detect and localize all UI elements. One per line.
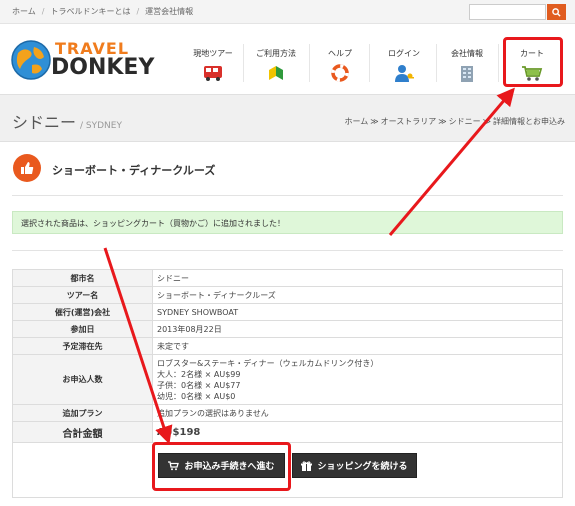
breadcrumb-arrow-icon: ≫ [370, 117, 379, 126]
row-label-city: 都市名 [12, 269, 153, 287]
top-breadcrumb: ホーム / トラベルドンキーとは / 運営会社情報 [12, 7, 194, 16]
table-row: 都市名 シドニー [12, 269, 563, 287]
nav-company-label: 会社情報 [451, 49, 483, 58]
breadcrumb-arrow-icon: ≫ [482, 117, 491, 126]
search-icon [552, 7, 561, 17]
nav-divider [498, 44, 499, 82]
nav-help[interactable]: ヘルプ [318, 24, 362, 94]
beginner-mark-icon [269, 66, 283, 80]
row-value-date: 2013年08月22日 [152, 320, 563, 338]
page-title-bar: シドニー / SYDNEY ホーム ≫ オーストラリア ≫ シドニー ≫ 詳細情報とお申込み [0, 94, 575, 142]
nav-divider [436, 44, 437, 82]
nav-divider [309, 44, 310, 82]
site-header: TRAVEL DONKEY 現地ツアー ご利用方法 ヘルプ ログイン 会社情報 … [0, 24, 575, 94]
nav-company[interactable]: 会社情報 [444, 24, 490, 94]
success-alert-message: 選択された商品は、ショッピングカート（買物かご）に追加されました！ [21, 219, 285, 228]
applicants-infant: 幼児：0名様 × AU$0 [157, 391, 236, 401]
proceed-highlight-box [152, 442, 291, 491]
site-logo[interactable]: TRAVEL DONKEY [10, 37, 154, 83]
applicants-plan: ロブスター&ステーキ・ディナー（ウェルカムドリンク付き） [157, 358, 379, 368]
nav-howto-label: ご利用方法 [256, 49, 296, 58]
page-title: シドニー / SYDNEY [12, 113, 122, 132]
nav-tours-label: 現地ツアー [193, 49, 233, 58]
top-breadcrumb-about[interactable]: トラベルドンキーとは [50, 7, 130, 16]
continue-label: ショッピングを続ける [317, 462, 408, 472]
nav-help-label: ヘルプ [328, 49, 352, 58]
row-label-date: 参加日 [12, 320, 153, 338]
search-button[interactable] [547, 4, 566, 20]
applicants-child: 子供：0名様 × AU$77 [157, 380, 241, 390]
breadcrumb-arrow-icon: ≫ [438, 117, 447, 126]
top-bar: ホーム / トラベルドンキーとは / 運営会社情報 [0, 0, 575, 24]
building-icon [461, 66, 473, 82]
row-value-operator: SYDNEY SHOWBOAT [152, 303, 563, 321]
row-label-operator: 催行(運営)会社 [12, 303, 153, 321]
top-breadcrumb-home[interactable]: ホーム [12, 7, 36, 16]
search-input[interactable] [469, 4, 546, 20]
breadcrumb-australia[interactable]: オーストラリア [381, 117, 437, 126]
row-value-stay: 未定です [152, 337, 563, 355]
divider [12, 250, 563, 251]
divider [12, 195, 563, 196]
logo-text-donkey: DONKEY [51, 55, 155, 80]
nav-howto[interactable]: ご利用方法 [250, 24, 302, 94]
row-value-addon: 追加プランの選択はありません [152, 404, 563, 422]
table-row: 参加日 2013年08月22日 [12, 320, 563, 338]
nav-login[interactable]: ログイン [380, 24, 428, 94]
table-row: 催行(運営)会社 SYDNEY SHOWBOAT [12, 303, 563, 321]
row-value-applicants: ロブスター&ステーキ・ディナー（ウェルカムドリンク付き） 大人：2名様 × AU… [152, 354, 563, 405]
product-title: ショーボート・ディナークルーズ [52, 164, 216, 177]
cart-highlight-box [503, 37, 563, 87]
table-row: 予定滞在先 未定です [12, 337, 563, 355]
thumbs-up-icon [13, 154, 41, 182]
row-label-addon: 追加プラン [12, 404, 153, 422]
success-alert: 選択された商品は、ショッピングカート（買物かご）に追加されました！ [12, 211, 563, 234]
nav-divider [369, 44, 370, 82]
row-label-stay: 予定滞在先 [12, 337, 153, 355]
breadcrumb-sydney[interactable]: シドニー [449, 117, 481, 126]
user-key-icon [395, 65, 414, 82]
table-row: ツアー名 ショーボート・ディナークルーズ [12, 286, 563, 304]
breadcrumb-home[interactable]: ホーム [345, 117, 369, 126]
row-label-applicants: お申込人数 [12, 354, 153, 405]
bus-icon [204, 66, 222, 81]
row-value-tour: ショーボート・ディナークルーズ [152, 286, 563, 304]
table-row: 追加プラン 追加プランの選択はありません [12, 404, 563, 422]
top-breadcrumb-company[interactable]: 運営会社情報 [145, 7, 193, 16]
page-subtitle: / SYDNEY [80, 121, 122, 131]
breadcrumb-current: 詳細情報とお申込み [493, 117, 565, 126]
row-value-city: シドニー [152, 269, 563, 287]
breadcrumb: ホーム ≫ オーストラリア ≫ シドニー ≫ 詳細情報とお申込み [345, 116, 566, 127]
row-label-tour: ツアー名 [12, 286, 153, 304]
booking-details-table: 都市名 シドニー ツアー名 ショーボート・ディナークルーズ 催行(運営)会社 SYDN… [12, 269, 563, 443]
globe-logo-icon [11, 40, 51, 80]
lifebuoy-icon [331, 64, 349, 82]
nav-login-label: ログイン [388, 49, 420, 58]
continue-shopping-button[interactable]: ショッピングを続ける [292, 453, 417, 478]
nav-tours[interactable]: 現地ツアー [188, 24, 238, 94]
nav-divider [243, 44, 244, 82]
applicants-adult: 大人：2名様 × AU$99 [157, 369, 241, 379]
table-row: お申込人数 ロブスター&ステーキ・ディナー（ウェルカムドリンク付き） 大人：2名… [12, 354, 563, 405]
gift-icon [301, 460, 313, 471]
